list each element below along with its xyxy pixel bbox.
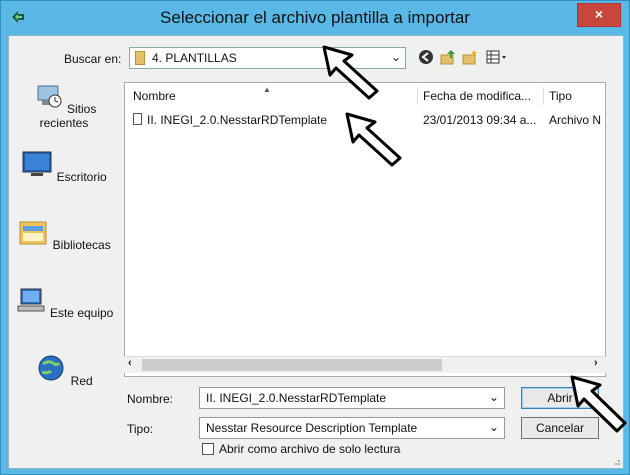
column-header-type[interactable]: Tipo — [549, 89, 572, 103]
sort-ascending-icon: ▲ — [263, 85, 271, 94]
place-computer[interactable]: Este equipo — [12, 286, 116, 320]
place-label: Escritorio — [56, 170, 107, 184]
lookin-value: 4. PLANTILLAS — [152, 51, 237, 65]
place-desktop[interactable]: Escritorio — [12, 150, 116, 184]
place-network[interactable]: Red — [12, 354, 116, 388]
recent-places-icon — [37, 85, 62, 108]
column-divider[interactable] — [543, 87, 544, 105]
chevron-down-icon[interactable]: ⌄ — [489, 390, 499, 404]
column-header-date[interactable]: Fecha de modifica... — [423, 89, 531, 103]
dialog-title: Seleccionar el archivo plantilla a impor… — [160, 8, 470, 27]
places-bar: Sitios recientes Escritorio Bibliotecas — [12, 82, 116, 462]
file-name: II. INEGI_2.0.NesstarRDTemplate — [147, 113, 328, 127]
resize-grip-icon[interactable] — [611, 456, 621, 466]
filename-label: Nombre: — [127, 392, 174, 406]
scroll-left-icon[interactable]: ‹ — [128, 357, 132, 369]
pointer-arrow-icon — [345, 112, 402, 167]
libraries-icon — [19, 221, 47, 245]
file-icon — [133, 113, 142, 125]
filetype-value: Nesstar Resource Description Template — [206, 421, 418, 435]
horizontal-scrollbar[interactable]: ‹ › — [124, 356, 606, 373]
network-icon — [38, 355, 64, 381]
computer-icon — [17, 288, 45, 312]
place-label: Bibliotecas — [52, 238, 111, 252]
readonly-checkbox[interactable] — [202, 443, 214, 455]
folder-icon — [135, 51, 145, 65]
file-date: 23/01/2013 09:34 a... — [423, 113, 537, 127]
scroll-right-icon[interactable]: › — [594, 357, 598, 369]
chevron-down-icon: ⌄ — [390, 50, 401, 64]
column-divider[interactable] — [417, 87, 418, 105]
view-menu-icon[interactable] — [485, 48, 509, 66]
scrollbar-thumb[interactable] — [142, 359, 442, 371]
title-bar[interactable]: Seleccionar el archivo plantilla a impor… — [1, 1, 629, 35]
close-button[interactable]: × — [577, 3, 621, 27]
place-label: Red — [70, 374, 93, 388]
filetype-label: Tipo: — [127, 422, 154, 436]
new-folder-icon[interactable] — [461, 48, 479, 66]
desktop-icon — [22, 151, 52, 176]
filename-value: II. INEGI_2.0.NesstarRDTemplate — [206, 391, 387, 405]
up-folder-icon[interactable] — [439, 48, 457, 66]
chevron-down-icon[interactable]: ⌄ — [489, 420, 499, 434]
file-open-dialog: Seleccionar el archivo plantilla a impor… — [0, 0, 630, 475]
lookin-label: Buscar en: — [64, 52, 122, 66]
pointer-arrow-icon — [322, 45, 379, 100]
place-recent[interactable]: Sitios recientes — [12, 82, 116, 130]
dialog-body: Buscar en: 4. PLANTILLAS ⌄ Sitios recien… — [8, 35, 624, 469]
filetype-select[interactable]: Nesstar Resource Description Template ⌄ — [199, 417, 505, 439]
file-type: Archivo N — [549, 113, 602, 127]
place-libraries[interactable]: Bibliotecas — [12, 218, 116, 252]
place-label: Este equipo — [49, 306, 114, 320]
pointer-arrow-icon — [570, 375, 627, 433]
column-header-name[interactable]: Nombre — [133, 89, 176, 103]
filename-input[interactable]: II. INEGI_2.0.NesstarRDTemplate ⌄ — [199, 387, 505, 409]
back-icon[interactable] — [417, 48, 435, 66]
readonly-label: Abrir como archivo de solo lectura — [219, 442, 401, 456]
